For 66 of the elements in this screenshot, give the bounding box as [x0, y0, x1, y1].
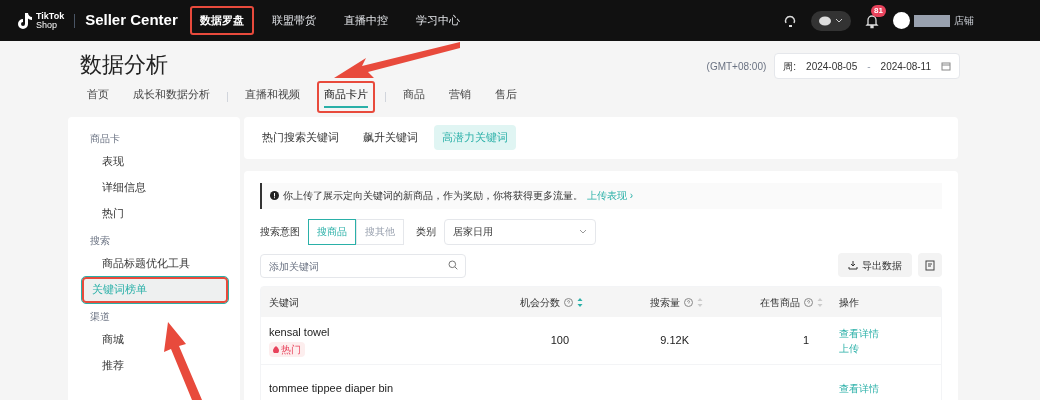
download-icon	[848, 260, 858, 271]
sidebar-heading: 商品卡	[89, 131, 121, 146]
logo-text: TikTok	[36, 11, 65, 21]
keyword-cell-text: kensal towel	[269, 324, 330, 340]
timezone-label: (GMT+08:00)	[706, 59, 767, 74]
column-header[interactable]: 搜索量	[650, 294, 703, 310]
calendar-icon	[941, 61, 951, 71]
search-field[interactable]: 添加关键词	[260, 254, 466, 278]
page-title: 数据分析	[80, 51, 168, 79]
filter-label: 搜索意图	[260, 225, 300, 239]
nav-tab[interactable]: 营销	[442, 81, 478, 113]
sidebar-item[interactable]: 详细信息	[68, 174, 240, 201]
logo-text: Shop	[36, 20, 59, 30]
nav-item[interactable]: 直播中控	[333, 6, 398, 35]
sidebar-item[interactable]: 表现	[68, 148, 240, 175]
sidebar-item[interactable]: 推荐	[68, 352, 240, 379]
account-menu[interactable]: 店铺	[893, 12, 974, 29]
nav-item[interactable]: 联盟带货	[261, 6, 326, 35]
logo[interactable]: TikTok Shop	[16, 11, 65, 30]
help-icon	[684, 297, 693, 307]
keyword-tab[interactable]: 热门搜索关键词	[254, 125, 347, 150]
help-icon	[564, 297, 573, 307]
notice-text: 你上传了展示定向关键词的新商品，作为奖励，你将获得更多流量。	[283, 189, 583, 203]
filter-label: 类别	[416, 225, 436, 239]
nav-tab[interactable]: 商品卡片	[317, 81, 375, 113]
keyword-cell-text: tommee tippee diaper bin	[269, 381, 394, 397]
column-settings-button[interactable]	[918, 253, 942, 278]
nav-tab[interactable]: 直播和视频	[238, 81, 307, 113]
nav-tab[interactable]: 售后	[488, 81, 524, 113]
notification-count: 81	[871, 4, 886, 17]
column-header[interactable]: 关键词	[269, 294, 299, 310]
nav-tab[interactable]: 商品	[396, 81, 432, 113]
bell-icon	[865, 12, 879, 29]
chevron-down-icon	[835, 17, 843, 24]
keyword-tab[interactable]: 飙升关键词	[355, 125, 426, 150]
column-header[interactable]: 机会分数	[520, 294, 583, 310]
column-header[interactable]: 在售商品	[760, 294, 823, 310]
info-icon	[270, 191, 279, 200]
nav-tab[interactable]: 首页	[80, 81, 116, 113]
nav-item[interactable]: 数据罗盘	[189, 6, 254, 35]
hot-tag: 热门	[269, 342, 305, 358]
date-range-picker[interactable]: 周: 2024-08-05 - 2024-08-11	[774, 53, 960, 79]
sidebar-item[interactable]: 商城	[68, 326, 240, 353]
avatar	[893, 12, 910, 29]
sidebar-heading: 渠道	[89, 309, 111, 324]
chevron-down-icon	[579, 228, 587, 235]
flame-icon	[273, 346, 279, 354]
nav-item[interactable]: 学习中心	[405, 6, 470, 35]
search-icon	[448, 259, 458, 270]
number-cell: 100	[550, 334, 569, 347]
chat-bubble-icon	[819, 15, 831, 26]
export-button[interactable]: 导出数据	[838, 253, 912, 278]
chat-button[interactable]	[811, 10, 851, 31]
document-icon	[925, 259, 935, 271]
sidebar-heading: 搜索	[89, 233, 111, 248]
nav-tab[interactable]: 成长和数据分析	[126, 81, 217, 113]
brand-name: Seller Center	[85, 10, 178, 31]
category-dropdown[interactable]: 居家日用	[444, 218, 596, 245]
number-cell: 1	[802, 334, 809, 347]
sidebar-item[interactable]: 商品标题优化工具	[68, 250, 240, 277]
column-header[interactable]: 操作	[839, 294, 859, 310]
blurred-name	[914, 14, 950, 27]
sidebar-item[interactable]: 热门	[68, 200, 240, 227]
help-icon	[804, 297, 813, 307]
number-cell: 9.12K	[660, 334, 689, 347]
tiktok-note-icon	[16, 11, 32, 30]
